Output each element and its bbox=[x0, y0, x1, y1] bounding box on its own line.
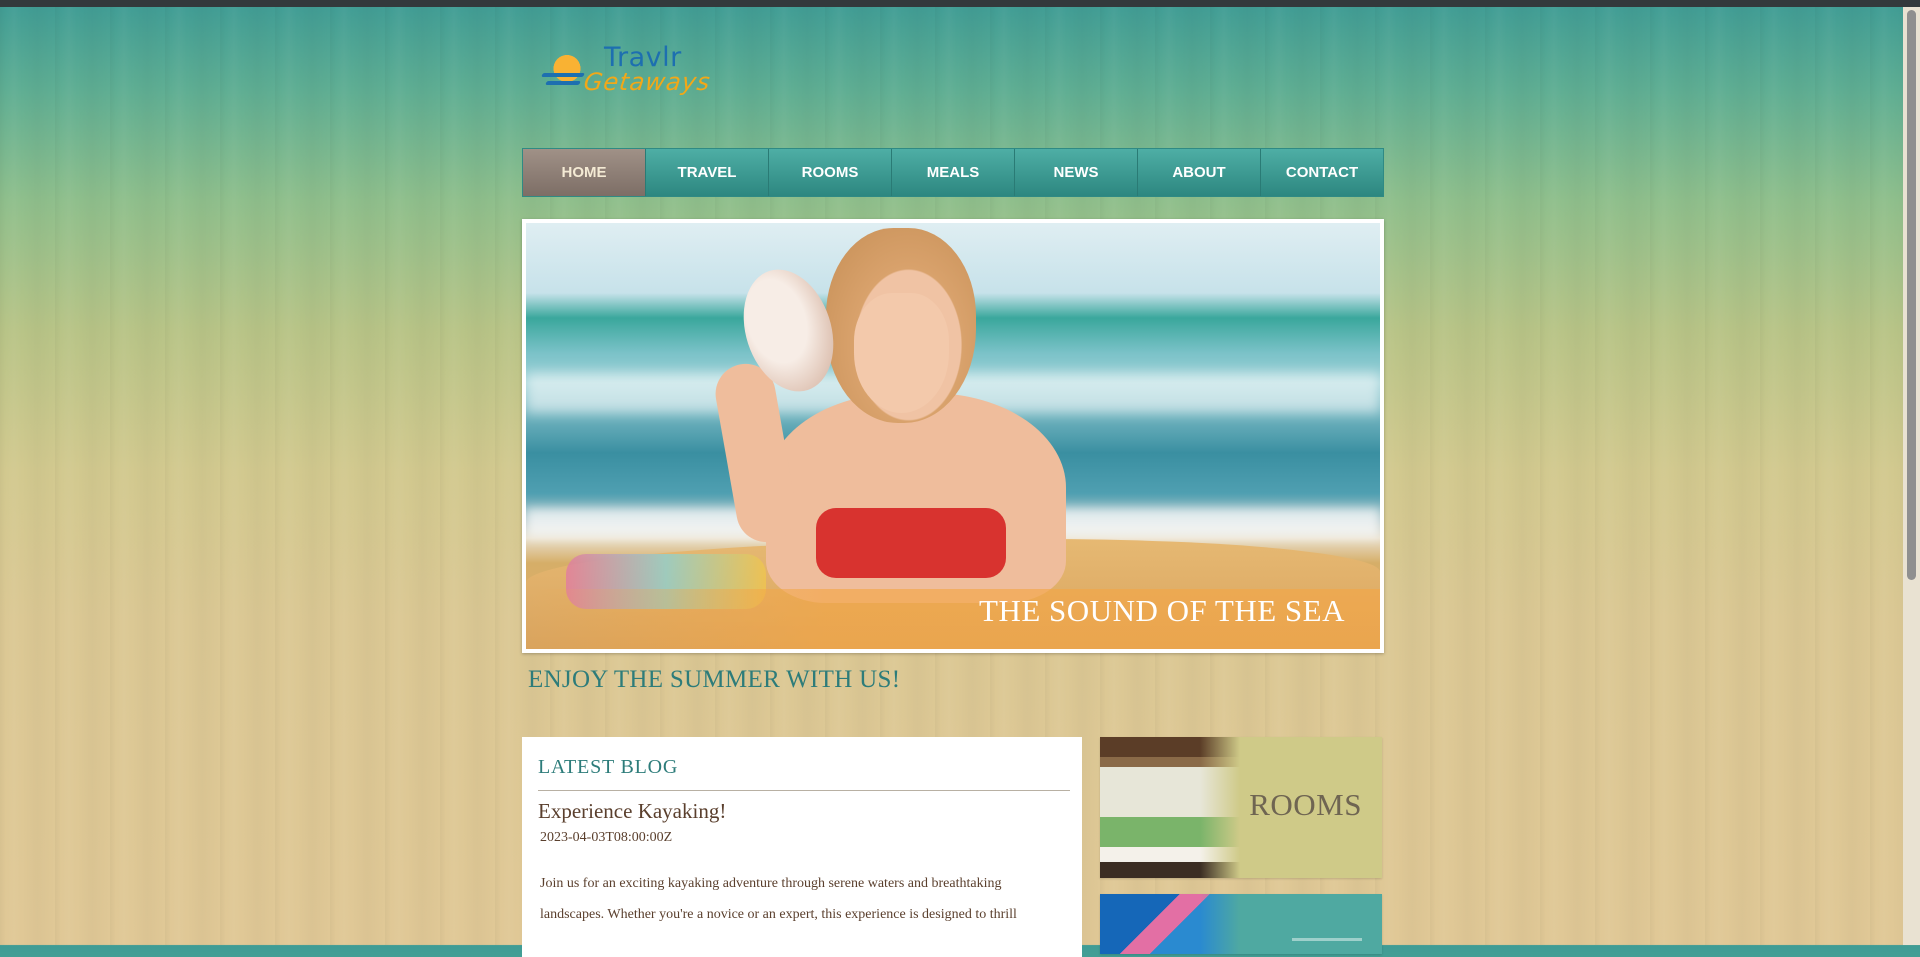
blog-post-date: 2023-04-03T08:00:00Z bbox=[540, 830, 673, 845]
hero-person-face bbox=[854, 293, 949, 413]
nav-news[interactable]: NEWS bbox=[1015, 149, 1138, 196]
coral-reef-thumbnail bbox=[1100, 894, 1240, 954]
nav-meals[interactable]: MEALS bbox=[892, 149, 1015, 196]
vertical-scrollbar[interactable] bbox=[1903, 7, 1920, 945]
site-logo[interactable]: Travlr Getaways bbox=[532, 40, 732, 110]
main-nav: HOME TRAVEL ROOMS MEALS NEWS ABOUT CONTA… bbox=[522, 148, 1384, 197]
second-promo-card[interactable] bbox=[1100, 894, 1382, 954]
rooms-thumbnail bbox=[1100, 737, 1240, 878]
wave-icon bbox=[541, 73, 585, 77]
hero-image: THE SOUND OF THE SEA bbox=[526, 223, 1380, 649]
nav-rooms[interactable]: ROOMS bbox=[769, 149, 892, 196]
blog-post-excerpt: Join us for an exciting kayaking adventu… bbox=[540, 876, 1017, 922]
hero-caption: THE SOUND OF THE SEA bbox=[979, 593, 1345, 628]
sun-icon bbox=[552, 52, 582, 82]
hero-banner: THE SOUND OF THE SEA bbox=[522, 219, 1384, 653]
scrollbar-thumb[interactable] bbox=[1907, 10, 1916, 580]
nav-contact[interactable]: CONTACT bbox=[1261, 149, 1383, 196]
nav-about[interactable]: ABOUT bbox=[1138, 149, 1261, 196]
blog-post-title[interactable]: Experience Kayaking! bbox=[538, 799, 1070, 824]
rooms-card-label: ROOMS bbox=[1249, 787, 1362, 822]
nav-travel[interactable]: TRAVEL bbox=[646, 149, 769, 196]
logo-text-getaways: Getaways bbox=[582, 68, 713, 96]
card-label-bar bbox=[1292, 938, 1362, 941]
hero-swimsuit bbox=[816, 508, 1006, 578]
wave-icon-lower bbox=[545, 81, 581, 85]
nav-home[interactable]: HOME bbox=[523, 149, 646, 196]
rooms-card[interactable]: ROOMS bbox=[1100, 737, 1382, 878]
latest-blog-panel: LATEST BLOG Experience Kayaking! 2023-04… bbox=[522, 737, 1082, 957]
blog-heading: LATEST BLOG bbox=[538, 756, 1070, 791]
page-tagline: ENJOY THE SUMMER WITH US! bbox=[528, 666, 901, 693]
browser-top-edge bbox=[0, 0, 1920, 7]
